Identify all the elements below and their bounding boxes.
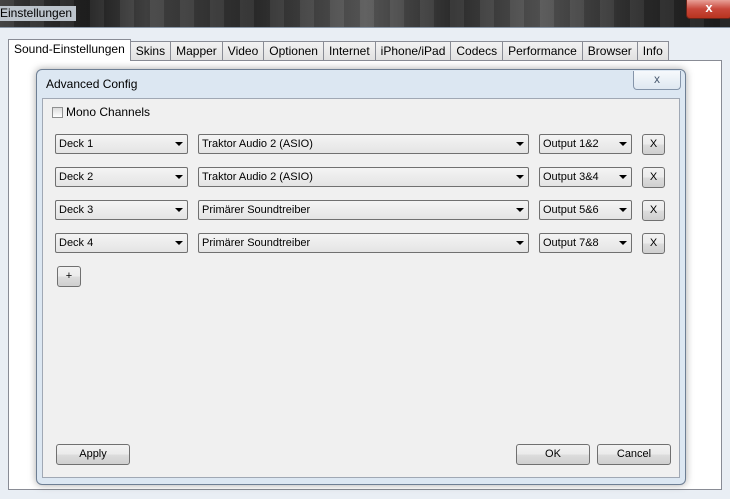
output-select-value: Output 5&6	[543, 204, 599, 216]
chevron-down-icon	[619, 175, 627, 179]
output-select-2[interactable]: Output 3&4	[539, 167, 632, 187]
window-title: Einstellungen	[0, 6, 77, 21]
driver-select-1[interactable]: Traktor Audio 2 (ASIO)	[198, 134, 529, 154]
chevron-down-icon	[619, 142, 627, 146]
output-select-1[interactable]: Output 1&2	[539, 134, 632, 154]
apply-button[interactable]: Apply	[56, 444, 130, 465]
tab-codecs[interactable]: Codecs	[450, 41, 504, 61]
mono-channels-option[interactable]: Mono Channels	[52, 105, 150, 119]
chevron-down-icon	[175, 175, 183, 179]
remove-row-button-3[interactable]: X	[642, 200, 665, 221]
driver-select-3[interactable]: Primärer Soundtreiber	[198, 200, 529, 220]
window-titlebar: Einstellungen x	[0, 0, 730, 27]
deck-select-value: Deck 4	[59, 237, 94, 249]
chevron-down-icon	[516, 241, 524, 245]
remove-row-button-1[interactable]: X	[642, 134, 665, 155]
add-row-button[interactable]: +	[57, 266, 81, 287]
settings-tabs: Sound-Einstellungen Skins Mapper Video O…	[8, 39, 669, 61]
deck-select-value: Deck 3	[59, 204, 94, 216]
output-select-value: Output 3&4	[543, 171, 599, 183]
chevron-down-icon	[516, 208, 524, 212]
tab-performance[interactable]: Performance	[502, 41, 583, 61]
driver-select-value: Traktor Audio 2 (ASIO)	[202, 171, 313, 183]
tab-info[interactable]: Info	[636, 41, 669, 61]
deck-select-3[interactable]: Deck 3	[55, 200, 188, 220]
chevron-down-icon	[619, 241, 627, 245]
advanced-config-dialog: Advanced Config x Mono Channels Deck 1 T…	[36, 69, 686, 485]
tab-mapper[interactable]: Mapper	[170, 41, 223, 61]
tab-iphone-ipad[interactable]: iPhone/iPad	[374, 41, 452, 61]
mono-channels-label: Mono Channels	[66, 105, 151, 119]
output-select-4[interactable]: Output 7&8	[539, 233, 632, 253]
output-select-value: Output 7&8	[543, 237, 599, 249]
dialog-body: Mono Channels Deck 1 Traktor Audio 2 (AS…	[42, 98, 680, 478]
remove-row-button-4[interactable]: X	[642, 233, 665, 254]
output-select-3[interactable]: Output 5&6	[539, 200, 632, 220]
chevron-down-icon	[516, 142, 524, 146]
driver-select-value: Primärer Soundtreiber	[202, 204, 311, 216]
deck-select-value: Deck 1	[59, 138, 94, 150]
close-icon: x	[654, 72, 660, 86]
dialog-title: Advanced Config	[46, 77, 138, 91]
tab-optionen[interactable]: Optionen	[263, 41, 324, 61]
output-select-value: Output 1&2	[543, 138, 599, 150]
mono-channels-checkbox[interactable]	[52, 106, 63, 118]
window-close-button[interactable]: x	[686, 0, 730, 19]
tab-sound-einstellungen[interactable]: Sound-Einstellungen	[8, 39, 131, 61]
tab-skins[interactable]: Skins	[129, 41, 172, 61]
deck-select-value: Deck 2	[59, 171, 94, 183]
driver-select-4[interactable]: Primärer Soundtreiber	[198, 233, 529, 253]
tab-browser[interactable]: Browser	[581, 41, 638, 61]
chevron-down-icon	[175, 208, 183, 212]
tab-video[interactable]: Video	[221, 41, 265, 61]
chevron-down-icon	[175, 241, 183, 245]
cancel-button[interactable]: Cancel	[597, 444, 671, 465]
deck-select-2[interactable]: Deck 2	[55, 167, 188, 187]
driver-select-value: Traktor Audio 2 (ASIO)	[202, 138, 313, 150]
chevron-down-icon	[619, 208, 627, 212]
deck-select-4[interactable]: Deck 4	[55, 233, 188, 253]
deck-select-1[interactable]: Deck 1	[55, 134, 188, 154]
dialog-close-button[interactable]: x	[633, 71, 681, 90]
chevron-down-icon	[516, 175, 524, 179]
tab-internet[interactable]: Internet	[322, 41, 376, 61]
driver-select-value: Primärer Soundtreiber	[202, 237, 311, 249]
chevron-down-icon	[175, 142, 183, 146]
ok-button[interactable]: OK	[516, 444, 590, 465]
remove-row-button-2[interactable]: X	[642, 167, 665, 188]
close-icon: x	[705, 0, 713, 15]
driver-select-2[interactable]: Traktor Audio 2 (ASIO)	[198, 167, 529, 187]
